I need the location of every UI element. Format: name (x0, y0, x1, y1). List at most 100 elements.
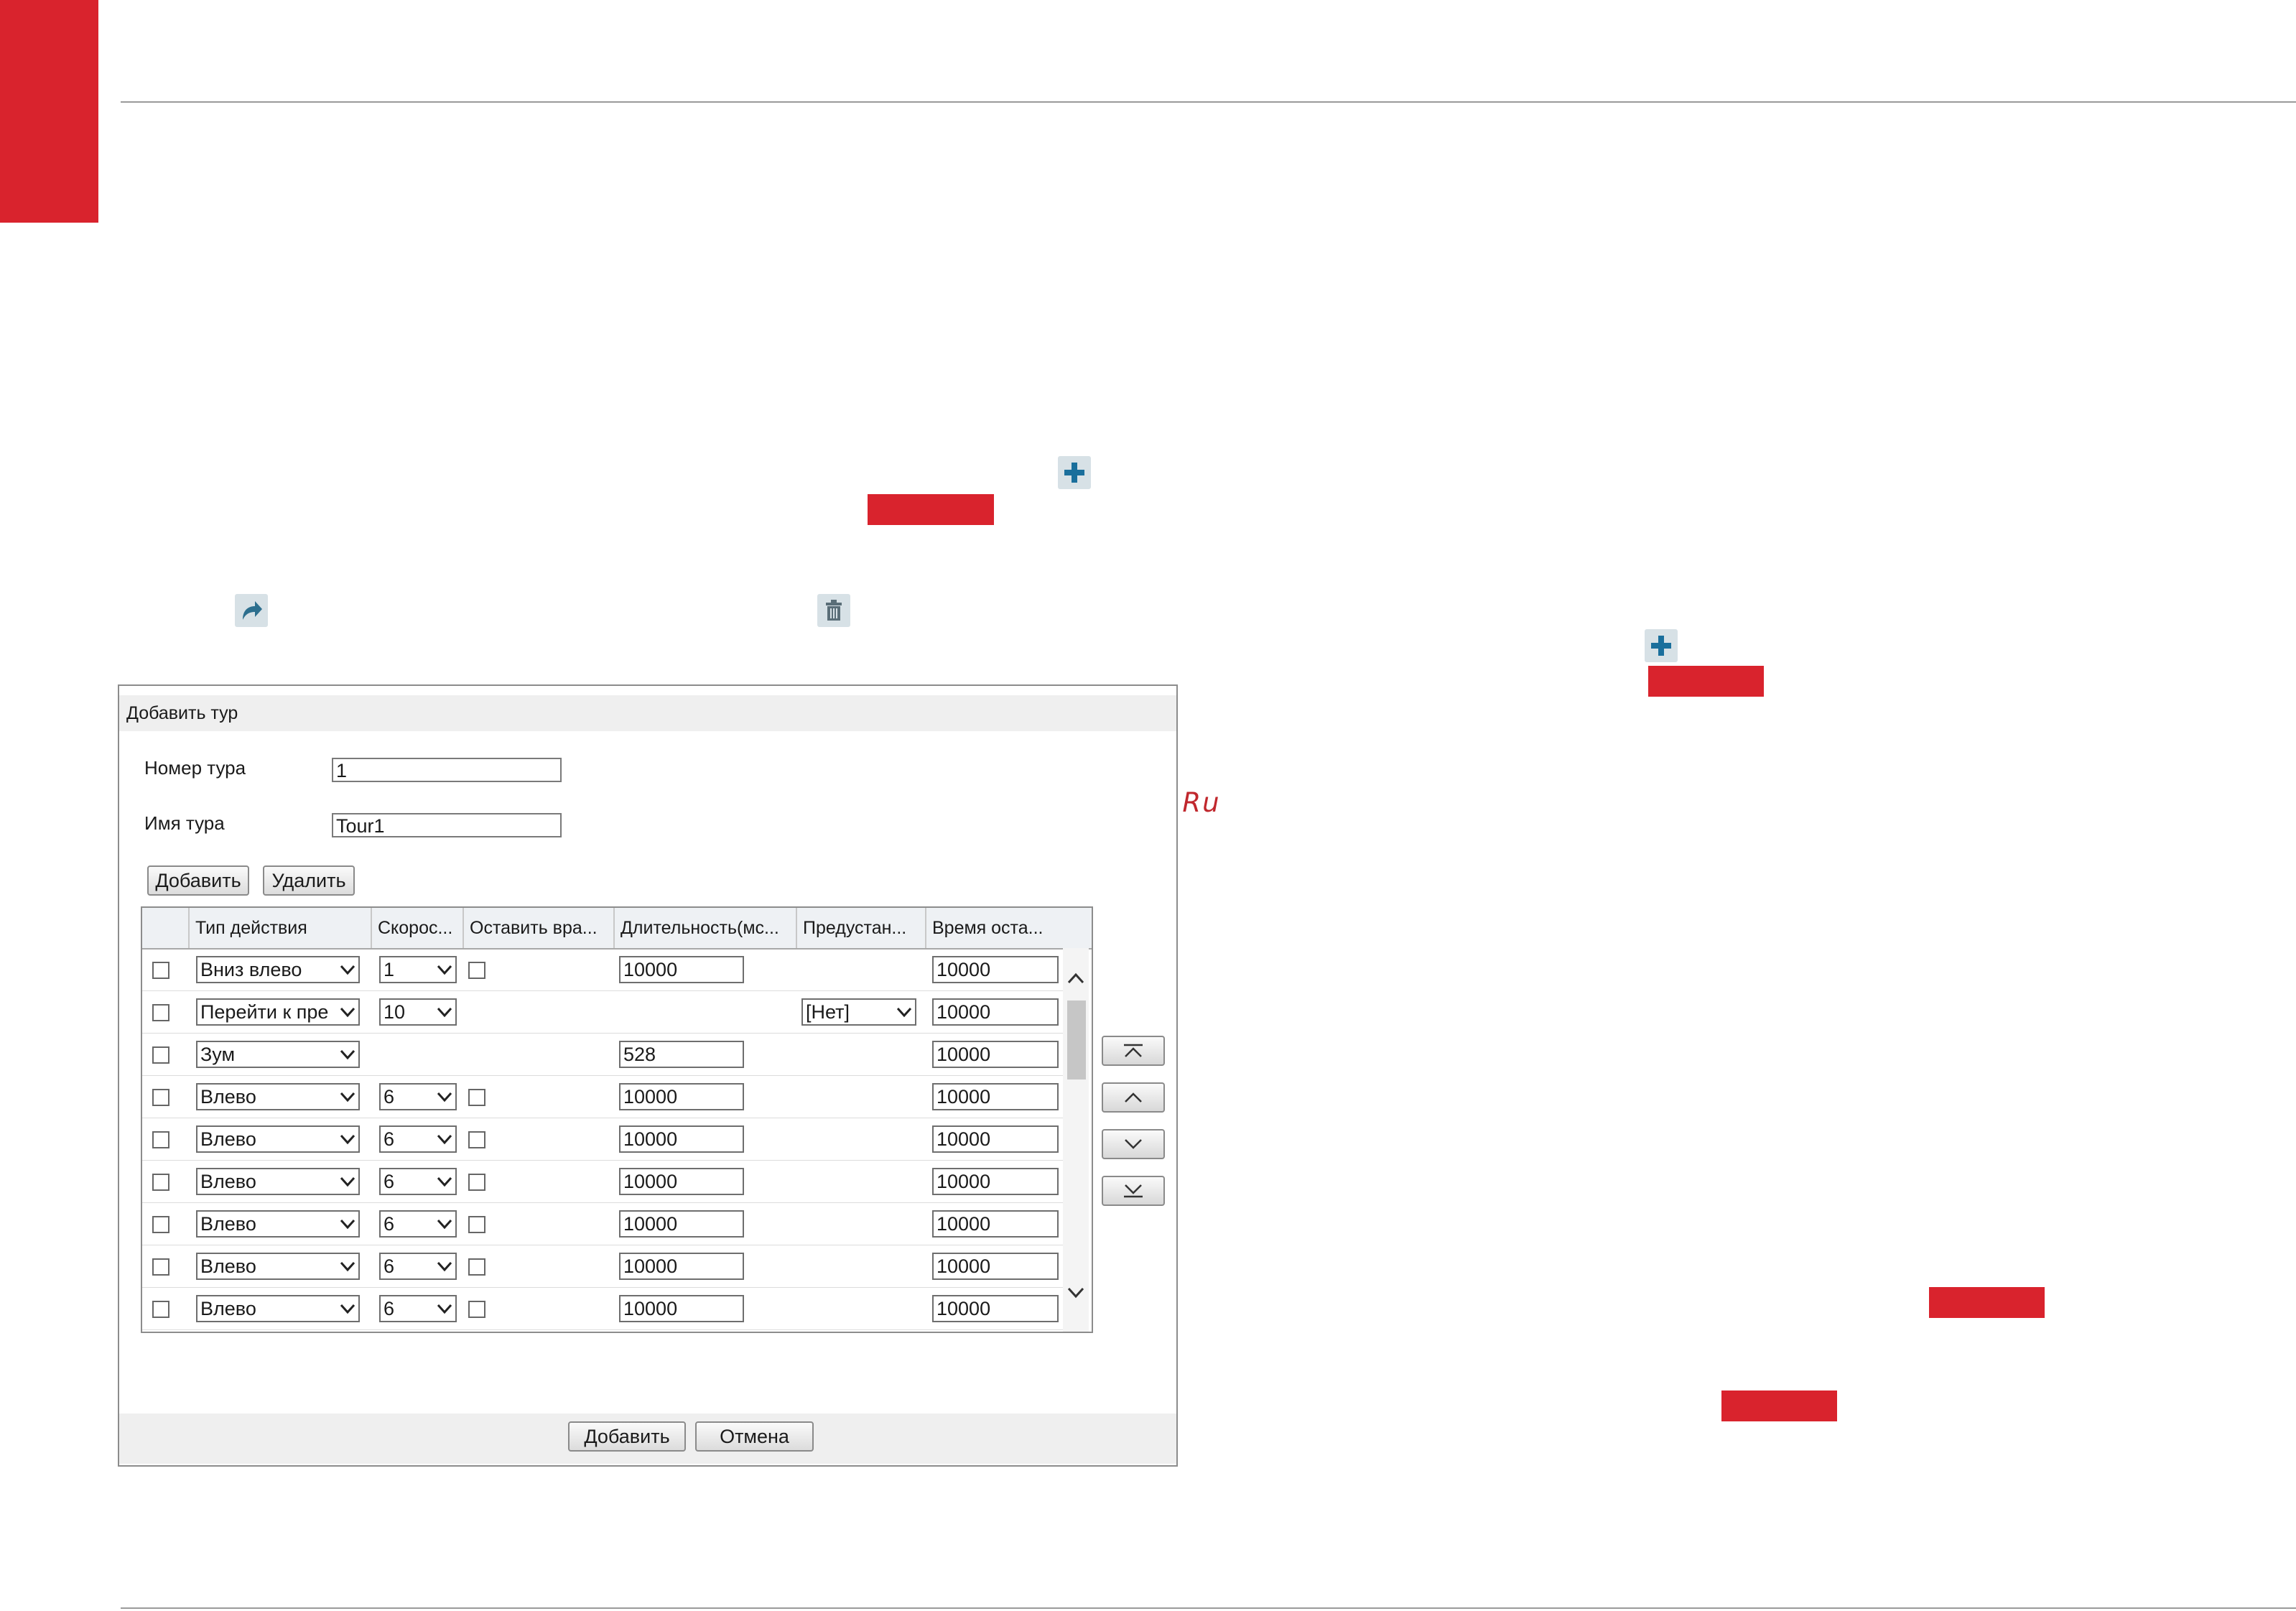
action-type-value: Перейти к пре (200, 1001, 329, 1023)
chevron-down-icon (437, 1304, 452, 1314)
duration-input[interactable]: 10000 (619, 956, 744, 983)
column-header[interactable]: Тип действия (188, 908, 371, 948)
row-select-checkbox[interactable] (152, 1046, 169, 1064)
speed-select[interactable]: 6 (379, 1125, 457, 1153)
speed-value: 6 (384, 1298, 395, 1319)
dwell-time-input[interactable]: 10000 (932, 1125, 1059, 1153)
dwell-time-input[interactable]: 10000 (932, 1041, 1059, 1068)
keep-rotating-checkbox[interactable] (468, 962, 485, 979)
action-type-value: Зум (200, 1044, 236, 1065)
keep-rotating-checkbox[interactable] (468, 1301, 485, 1318)
action-type-select[interactable]: Влево (196, 1253, 360, 1280)
dwell-time-input[interactable]: 10000 (932, 956, 1059, 983)
chevron-down-icon (437, 1134, 452, 1145)
move-bottom-button[interactable] (1102, 1176, 1165, 1206)
keep-rotating-checkbox[interactable] (468, 1131, 485, 1148)
dwell-time-input[interactable]: 10000 (932, 1253, 1059, 1280)
column-header[interactable]: Оставить вра... (463, 908, 613, 948)
column-header[interactable]: Скорос... (371, 908, 463, 948)
table-row: Вниз влево 1 10000 10000 (142, 948, 1063, 991)
dwell-time-input[interactable]: 10000 (932, 1210, 1059, 1238)
action-type-value: Влево (200, 1255, 256, 1277)
scroll-down-icon[interactable] (1067, 1287, 1084, 1299)
dwell-time-input[interactable]: 10000 (932, 1295, 1059, 1322)
row-select-checkbox[interactable] (152, 1301, 169, 1318)
plus-icon[interactable] (1645, 629, 1678, 662)
plus-icon[interactable] (1058, 456, 1091, 489)
keep-rotating-checkbox[interactable] (468, 1089, 485, 1106)
keep-rotating-checkbox[interactable] (468, 1216, 485, 1233)
move-top-button[interactable] (1102, 1036, 1165, 1066)
action-type-value: Влево (200, 1086, 256, 1108)
duration-input[interactable]: 10000 (619, 1295, 744, 1322)
column-header[interactable]: Длительность(мс... (613, 908, 796, 948)
scroll-up-icon[interactable] (1067, 972, 1084, 984)
action-type-select[interactable]: Вниз влево (196, 956, 360, 983)
speed-select[interactable]: 6 (379, 1253, 457, 1280)
row-select-checkbox[interactable] (152, 1258, 169, 1276)
delete-action-button[interactable]: Удалить (263, 865, 355, 896)
add-tour-dialog: Добавить тур Номер тура 1 Имя тура Tour1… (118, 684, 1178, 1467)
row-select-checkbox[interactable] (152, 1004, 169, 1021)
table-scrollbar[interactable] (1063, 948, 1089, 1332)
action-type-select[interactable]: Зум (196, 1041, 360, 1068)
keep-rotating-checkbox[interactable] (468, 1174, 485, 1191)
select-all-column[interactable] (142, 908, 188, 948)
duration-input[interactable]: 10000 (619, 1083, 744, 1110)
action-type-select[interactable]: Влево (196, 1083, 360, 1110)
row-select-checkbox[interactable] (152, 962, 169, 979)
duration-input[interactable]: 10000 (619, 1125, 744, 1153)
confirm-add-button[interactable]: Добавить (568, 1421, 686, 1452)
speed-select[interactable]: 6 (379, 1210, 457, 1238)
forward-arrow-icon[interactable] (235, 594, 268, 627)
speed-select[interactable]: 1 (379, 956, 457, 983)
tour-name-label: Имя тура (144, 812, 225, 834)
tour-number-input[interactable]: 1 (332, 758, 562, 782)
trash-icon[interactable] (817, 594, 850, 627)
speed-select[interactable]: 6 (379, 1168, 457, 1195)
move-down-button[interactable] (1102, 1129, 1165, 1159)
keep-rotating-checkbox[interactable] (468, 1258, 485, 1276)
row-select-checkbox[interactable] (152, 1131, 169, 1148)
move-bottom-icon (1124, 1184, 1143, 1198)
redacted-bar (1648, 666, 1764, 697)
chevron-down-icon (340, 1134, 355, 1145)
speed-select[interactable]: 6 (379, 1295, 457, 1322)
action-type-select[interactable]: Перейти к пре (196, 998, 360, 1026)
chevron-down-icon (437, 1092, 452, 1102)
action-type-value: Вниз влево (200, 959, 302, 980)
cancel-button[interactable]: Отмена (695, 1421, 814, 1452)
table-row: Влево 6 10000 10000 (142, 1075, 1063, 1118)
row-select-checkbox[interactable] (152, 1089, 169, 1106)
action-type-select[interactable]: Влево (196, 1168, 360, 1195)
scrollbar-thumb[interactable] (1067, 1001, 1086, 1080)
redacted-bar (868, 494, 994, 525)
table-row: Перейти к пре 10 [Нет] 10000 (142, 990, 1063, 1034)
duration-input[interactable]: 10000 (619, 1210, 744, 1238)
duration-input[interactable]: 10000 (619, 1168, 744, 1195)
tour-name-input[interactable]: Tour1 (332, 813, 562, 837)
action-type-select[interactable]: Влево (196, 1125, 360, 1153)
table-row: Влево 6 10000 10000 (142, 1202, 1063, 1245)
chevron-down-icon (437, 1007, 452, 1018)
duration-input[interactable]: 528 (619, 1041, 744, 1068)
speed-select[interactable]: 10 (379, 998, 457, 1026)
chevron-down-icon (340, 1261, 355, 1272)
dwell-time-input[interactable]: 10000 (932, 1083, 1059, 1110)
action-type-value: Влево (200, 1128, 256, 1150)
duration-input[interactable]: 10000 (619, 1253, 744, 1280)
speed-select[interactable]: 6 (379, 1083, 457, 1110)
action-type-select[interactable]: Влево (196, 1210, 360, 1238)
row-select-checkbox[interactable] (152, 1174, 169, 1191)
row-select-checkbox[interactable] (152, 1216, 169, 1233)
column-header[interactable]: Время оста... (925, 908, 1063, 948)
dwell-time-input[interactable]: 10000 (932, 998, 1059, 1026)
move-up-button[interactable] (1102, 1082, 1165, 1113)
dwell-time-input[interactable]: 10000 (932, 1168, 1059, 1195)
chevron-down-icon (340, 1219, 355, 1230)
preset-select[interactable]: [Нет] (801, 998, 916, 1026)
table-header: Тип действия Скорос... Оставить вра... Д… (142, 908, 1092, 950)
add-action-button[interactable]: Добавить (147, 865, 249, 896)
column-header[interactable]: Предустан... (796, 908, 925, 948)
action-type-select[interactable]: Влево (196, 1295, 360, 1322)
